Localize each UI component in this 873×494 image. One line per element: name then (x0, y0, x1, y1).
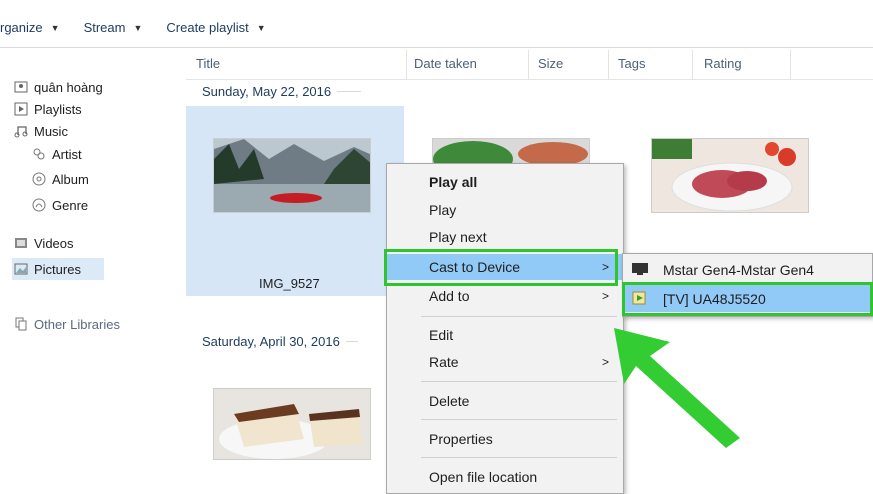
organize-label: rganize (0, 20, 43, 35)
album-icon (32, 172, 46, 186)
nav-item-playlists[interactable]: Playlists (14, 98, 82, 120)
annotation-highlight-tv (622, 282, 873, 316)
playlist-icon (14, 102, 28, 116)
thumbnail-raw-meat[interactable] (651, 138, 809, 213)
column-size[interactable]: Size (538, 56, 563, 71)
menu-label: Add to (429, 288, 470, 304)
tile-name: IMG_9527 (259, 276, 320, 291)
chevron-right-icon: > (601, 289, 609, 303)
nav-label: Playlists (34, 101, 82, 117)
menu-label: Edit (429, 327, 454, 343)
create-playlist-label: Create playlist (166, 20, 249, 35)
group-header-april-30[interactable]: Saturday, April 30, 2016 (202, 334, 402, 349)
window-top-edge (0, 0, 873, 8)
nav-label: Album (52, 171, 89, 187)
group-divider (345, 341, 358, 342)
column-divider[interactable] (692, 50, 693, 80)
column-divider[interactable] (406, 50, 407, 80)
chevron-down-icon: ▼ (50, 22, 60, 33)
stream-menu[interactable]: Stream ▼ (72, 8, 155, 47)
nav-item-artist[interactable]: Artist (32, 143, 82, 165)
nav-label: quân hoàng (34, 79, 103, 95)
navigation-pane: quân hoàng Playlists Music Artist Album … (0, 48, 186, 494)
menu-label: Open file location (429, 469, 538, 485)
group-header-may-22[interactable]: Sunday, May 22, 2016 (202, 84, 373, 99)
menu-label: Properties (429, 431, 493, 447)
menu-item-play-next[interactable]: Play next (387, 224, 623, 250)
thumbnail-mountain-lake[interactable] (213, 138, 371, 213)
menu-separator (421, 381, 617, 382)
artist-icon (32, 147, 46, 161)
nav-item-genre[interactable]: Genre (32, 194, 88, 216)
annotation-arrow-icon (614, 328, 740, 448)
column-header: Title Date taken Size Tags Rating (186, 48, 873, 80)
nav-label: Pictures (34, 261, 81, 277)
nav-label: Artist (52, 146, 82, 162)
menu-label: Play (429, 202, 457, 218)
other-libraries-icon (14, 317, 28, 331)
annotation-highlight-cast (384, 249, 618, 286)
menu-separator (421, 419, 617, 420)
menu-label: Play next (429, 229, 487, 245)
menu-item-play[interactable]: Play (387, 197, 623, 223)
nav-item-pictures[interactable]: Pictures (12, 258, 104, 280)
menu-item-open-file-location[interactable]: Open file location (387, 464, 623, 490)
nav-item-album[interactable]: Album (32, 168, 89, 190)
menu-item-edit[interactable]: Edit (387, 322, 623, 348)
menu-label: Rate (429, 354, 459, 370)
group-divider (337, 91, 362, 92)
column-rating[interactable]: Rating (704, 56, 742, 71)
menu-item-rate[interactable]: Rate > (387, 349, 623, 375)
menu-separator (421, 457, 617, 458)
menu-item-delete[interactable]: Delete (387, 388, 623, 414)
column-divider[interactable] (528, 50, 529, 80)
menu-label: Delete (429, 393, 470, 409)
nav-label: Genre (52, 197, 89, 213)
thumbnail-cake[interactable] (213, 388, 371, 460)
chevron-down-icon: ▼ (256, 22, 266, 33)
toolbar: rganize ▼ Stream ▼ Create playlist ▼ (0, 8, 873, 48)
group-title: Saturday, April 30, 2016 (202, 334, 340, 349)
column-date-taken[interactable]: Date taken (414, 56, 477, 71)
column-divider[interactable] (790, 50, 791, 80)
genre-icon (32, 198, 46, 212)
menu-item-properties[interactable]: Properties (387, 426, 623, 452)
nav-item-other-libraries[interactable]: Other Libraries (14, 313, 120, 335)
menu-label: Play all (429, 174, 478, 190)
column-title[interactable]: Title (196, 56, 220, 71)
nav-item-user-library[interactable]: quân hoàng (14, 76, 103, 98)
chevron-down-icon: ▼ (133, 22, 143, 33)
stream-label: Stream (83, 20, 126, 35)
picture-icon (14, 262, 28, 276)
menu-item-play-all[interactable]: Play all (387, 169, 623, 195)
video-icon (14, 236, 28, 250)
user-library-icon (14, 80, 28, 94)
column-tags[interactable]: Tags (618, 56, 645, 71)
device-label: Mstar Gen4-Mstar Gen4 (663, 261, 814, 278)
nav-label: Music (34, 123, 68, 139)
context-menu: Play all Play Play next Cast to Device >… (386, 163, 624, 494)
monitor-icon (632, 263, 648, 275)
nav-item-music[interactable]: Music (14, 120, 68, 142)
column-divider[interactable] (608, 50, 609, 80)
device-mstar-gen4[interactable]: Mstar Gen4-Mstar Gen4 (623, 256, 872, 283)
nav-label: Other Libraries (34, 316, 120, 332)
nav-label: Videos (34, 235, 74, 251)
menu-item-add-to[interactable]: Add to > (387, 283, 623, 309)
create-playlist-menu[interactable]: Create playlist ▼ (154, 8, 277, 47)
group-title: Sunday, May 22, 2016 (202, 84, 332, 99)
menu-separator (421, 316, 617, 317)
nav-item-videos[interactable]: Videos (14, 232, 74, 254)
organize-menu[interactable]: rganize ▼ (0, 8, 72, 47)
music-note-icon (14, 124, 28, 138)
